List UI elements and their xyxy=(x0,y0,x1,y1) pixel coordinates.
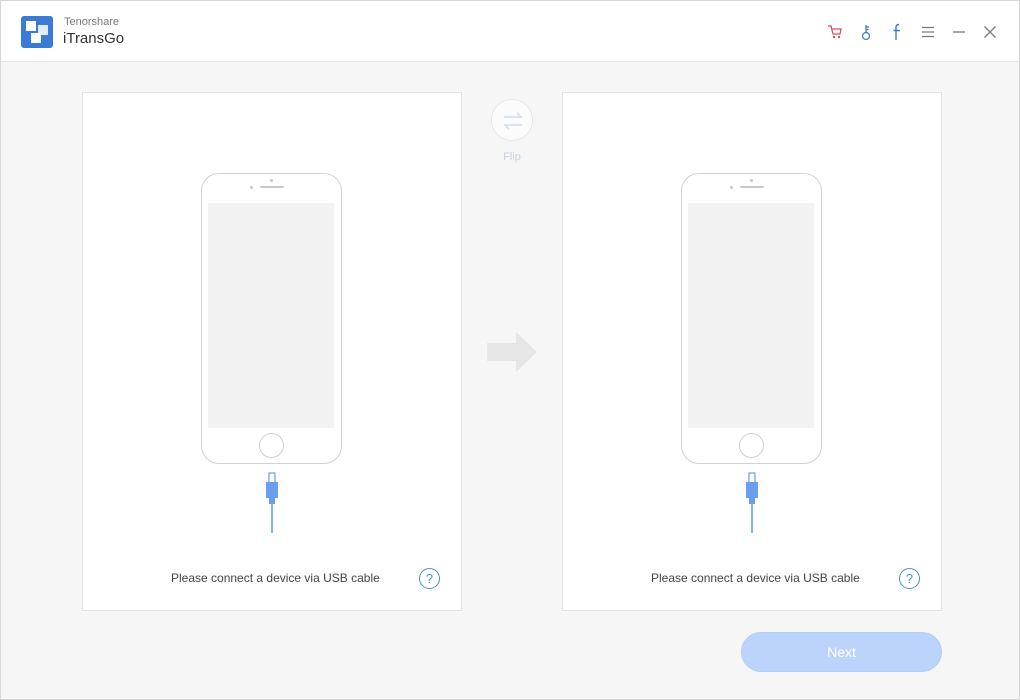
main-content: Please connect a device via USB cable ? … xyxy=(1,63,1019,699)
source-device-panel: Please connect a device via USB cable ? xyxy=(82,92,462,611)
phone-sensor xyxy=(250,186,253,189)
phone-illustration-icon xyxy=(681,173,822,464)
swap-arrows-icon xyxy=(503,112,523,130)
help-icon[interactable]: ? xyxy=(899,568,920,589)
help-icon[interactable]: ? xyxy=(419,568,440,589)
target-device-panel: Please connect a device via USB cable ? xyxy=(562,92,942,611)
phone-illustration-icon xyxy=(201,173,342,464)
connect-message: Please connect a device via USB cable xyxy=(171,571,380,585)
usb-cable-icon xyxy=(746,472,758,533)
cart-icon[interactable] xyxy=(824,21,846,43)
facebook-icon[interactable] xyxy=(886,21,908,43)
usb-cable-icon xyxy=(266,472,278,533)
phone-home-button xyxy=(259,433,284,458)
title-bar: Tenorshare iTransGo xyxy=(1,1,1019,62)
connect-message: Please connect a device via USB cable xyxy=(651,571,860,585)
menu-icon[interactable] xyxy=(917,21,939,43)
flip-label: Flip xyxy=(503,151,521,163)
minimize-icon[interactable] xyxy=(948,21,970,43)
flip-button[interactable] xyxy=(491,99,533,141)
app-window: Tenorshare iTransGo Please connect a dev… xyxy=(0,0,1020,700)
key-icon[interactable] xyxy=(855,21,877,43)
phone-camera xyxy=(270,179,273,182)
phone-speaker xyxy=(740,186,764,188)
app-logo-icon xyxy=(21,16,53,48)
close-icon[interactable] xyxy=(979,21,1001,43)
phone-screen xyxy=(208,203,334,428)
app-title: iTransGo xyxy=(63,30,125,47)
transfer-direction-arrow-icon xyxy=(487,332,537,372)
phone-speaker xyxy=(260,186,284,188)
phone-sensor xyxy=(730,186,733,189)
next-button[interactable]: Next xyxy=(741,632,942,672)
brand-vendor: Tenorshare xyxy=(64,16,120,28)
phone-camera xyxy=(750,179,753,182)
phone-screen xyxy=(688,203,814,428)
window-controls xyxy=(815,21,1001,43)
phone-home-button xyxy=(739,433,764,458)
